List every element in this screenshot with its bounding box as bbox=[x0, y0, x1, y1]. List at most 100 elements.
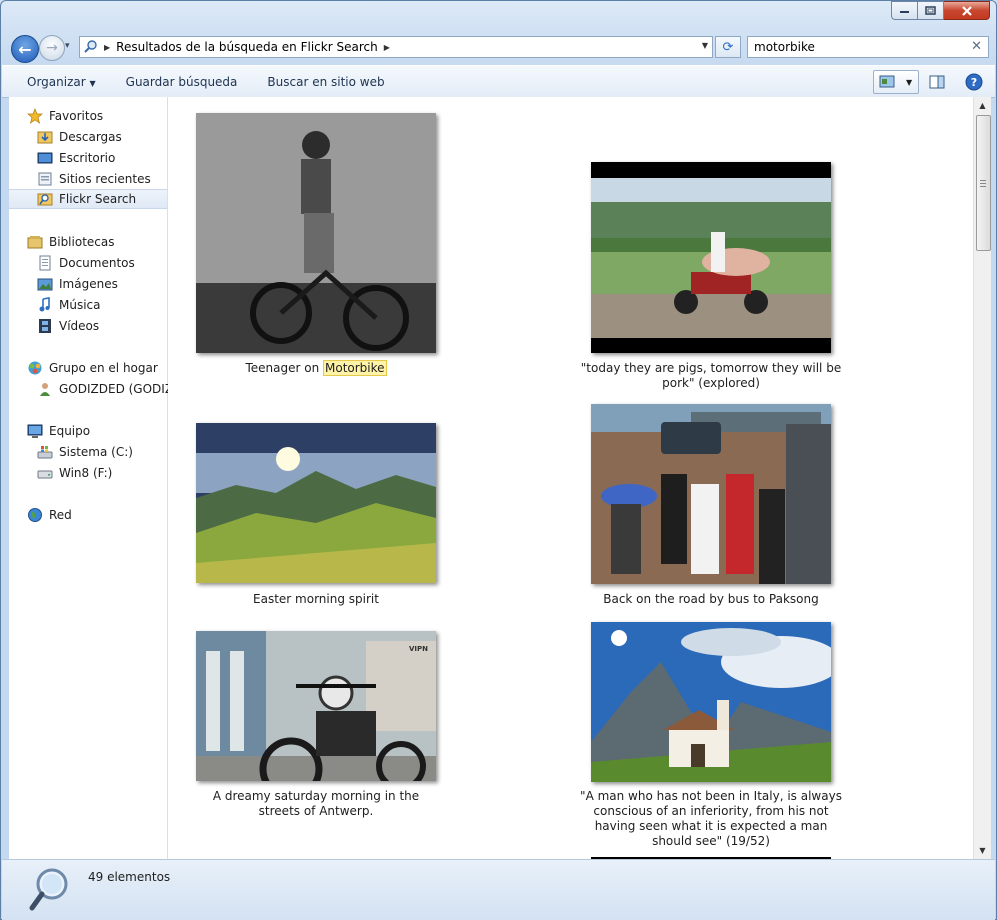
sidebar-label: Sitios recientes bbox=[59, 172, 151, 186]
address-dropdown[interactable]: ▼ bbox=[702, 41, 708, 50]
thumbnail-bus-paksong[interactable] bbox=[591, 404, 831, 584]
thumbnail-teenager-motorbike[interactable] bbox=[196, 113, 436, 353]
result-caption: "A man who has not been in Italy, is alw… bbox=[580, 789, 842, 848]
documents-icon bbox=[37, 255, 53, 271]
scrollbar-grip bbox=[980, 180, 986, 181]
sidebar-label: Grupo en el hogar bbox=[49, 361, 158, 375]
scrollbar-grip bbox=[980, 183, 986, 184]
sidebar-network-header[interactable]: Red bbox=[27, 505, 185, 525]
sidebar-label: Vídeos bbox=[59, 319, 100, 333]
preview-pane-button[interactable] bbox=[925, 71, 949, 93]
sidebar-computer-header[interactable]: Equipo bbox=[27, 421, 185, 441]
refresh-button[interactable]: ⟳ bbox=[715, 36, 741, 58]
sidebar-label: Equipo bbox=[49, 424, 91, 438]
downloads-folder-icon bbox=[37, 129, 53, 145]
sidebar-label: Sistema (C:) bbox=[59, 445, 133, 459]
change-view-button[interactable]: ▼ bbox=[873, 70, 919, 94]
windows-drive-icon bbox=[37, 444, 53, 460]
desktop-icon bbox=[37, 150, 53, 166]
scrollbar-thumb[interactable] bbox=[976, 115, 991, 251]
network-globe-icon bbox=[27, 507, 43, 523]
breadcrumb-arrow[interactable]: ▶ bbox=[384, 43, 390, 52]
caption-buttons bbox=[891, 1, 990, 20]
address-bar[interactable]: ▶ Resultados de la búsqueda en Flickr Se… bbox=[79, 36, 713, 58]
maximize-icon bbox=[925, 6, 936, 15]
sidebar-label: Documentos bbox=[59, 256, 135, 270]
sidebar-label: Descargas bbox=[59, 130, 122, 144]
sidebar-label: Imágenes bbox=[59, 277, 118, 291]
back-button[interactable]: ← bbox=[11, 35, 39, 63]
user-icon bbox=[37, 381, 53, 397]
sidebar-label: Música bbox=[59, 298, 101, 312]
refresh-icon: ⟳ bbox=[722, 39, 734, 55]
minimize-button[interactable] bbox=[891, 1, 918, 20]
search-website-button[interactable]: Buscar en sitio web bbox=[267, 75, 384, 89]
breadcrumb-search-results[interactable]: Resultados de la búsqueda en Flickr Sear… bbox=[116, 40, 378, 54]
scroll-up-button[interactable]: ▲ bbox=[974, 97, 991, 114]
star-icon bbox=[27, 108, 43, 124]
search-box[interactable]: motorbike ✕ bbox=[747, 36, 989, 58]
organize-label: Organizar bbox=[27, 74, 86, 89]
removable-drive-icon bbox=[37, 465, 53, 481]
vertical-scrollbar[interactable]: ▲ ▼ bbox=[973, 97, 991, 859]
sidebar-label: Win8 (F:) bbox=[59, 466, 113, 480]
command-bar: Organizar ▼ Guardar búsqueda Buscar en s… bbox=[2, 65, 995, 98]
result-caption: A dreamy saturday morning in the streets… bbox=[212, 789, 420, 818]
organize-menu[interactable]: Organizar ▼ bbox=[27, 75, 96, 89]
photo-image bbox=[591, 178, 831, 338]
result-caption: Easter morning spirit bbox=[253, 592, 379, 606]
thumbnail-easter-morning[interactable] bbox=[196, 423, 436, 583]
music-note-icon bbox=[37, 297, 53, 313]
save-search-button[interactable]: Guardar búsqueda bbox=[126, 75, 238, 89]
search-folder-icon bbox=[80, 40, 102, 54]
view-dropdown-icon[interactable]: ▼ bbox=[906, 78, 912, 87]
sidebar-label: Red bbox=[49, 508, 72, 522]
photo-image bbox=[196, 113, 436, 353]
sidebar-libraries-header[interactable]: Bibliotecas bbox=[27, 232, 185, 252]
caption-text: Teenager on bbox=[245, 361, 323, 375]
search-term-highlight: Motorbike bbox=[323, 360, 387, 376]
view-icon bbox=[879, 75, 895, 88]
close-button[interactable] bbox=[944, 1, 990, 20]
close-icon bbox=[961, 5, 972, 16]
sidebar-label: Escritorio bbox=[59, 151, 116, 165]
result-caption: "today they are pigs, tomorrow they will… bbox=[580, 361, 842, 390]
libraries-icon bbox=[27, 234, 43, 250]
explorer-window: ← → ▾ ▶ Resultados de la búsqueda en Fli… bbox=[0, 0, 997, 920]
preview-pane-icon bbox=[929, 75, 945, 89]
search-results-view: Teenager on Motorbike "today they are pi bbox=[168, 97, 973, 859]
scrollbar-grip bbox=[980, 186, 986, 187]
sidebar-homegroup-header[interactable]: Grupo en el hogar bbox=[27, 358, 185, 378]
recent-pages-dropdown[interactable]: ▾ bbox=[65, 41, 70, 51]
help-button[interactable]: ? bbox=[963, 71, 985, 93]
help-icon: ? bbox=[965, 73, 983, 91]
photo-image bbox=[196, 423, 436, 583]
minimize-icon bbox=[899, 10, 909, 13]
sidebar-item-flickr-search[interactable]: Flickr Search bbox=[9, 189, 167, 209]
pictures-icon bbox=[37, 276, 53, 292]
scroll-down-button[interactable]: ▼ bbox=[974, 842, 991, 859]
computer-icon bbox=[27, 423, 43, 439]
search-input[interactable]: motorbike bbox=[754, 40, 815, 54]
sidebar-label: Bibliotecas bbox=[49, 235, 115, 249]
back-arrow-icon: ← bbox=[18, 39, 32, 59]
forward-button[interactable]: → bbox=[39, 35, 65, 61]
details-pane: 49 elementos bbox=[2, 859, 995, 920]
thumbnail-pigs-motorbike[interactable] bbox=[591, 162, 831, 353]
thumbnail-italy-chapel[interactable] bbox=[591, 622, 831, 782]
thumbnail-saturday-antwerp[interactable]: VIPN bbox=[196, 631, 436, 781]
photo-image bbox=[196, 631, 436, 781]
photo-image bbox=[591, 622, 831, 782]
item-count: 49 elementos bbox=[88, 870, 171, 884]
sidebar-favorites-header[interactable]: Favoritos bbox=[27, 106, 185, 126]
chevron-down-icon: ▼ bbox=[89, 78, 96, 88]
result-caption: Teenager on Motorbike bbox=[196, 360, 436, 376]
forward-arrow-icon: → bbox=[46, 40, 58, 56]
svg-text:?: ? bbox=[971, 76, 977, 89]
maximize-button[interactable] bbox=[918, 1, 944, 20]
recent-places-icon bbox=[37, 171, 53, 187]
watermark-text: VIPN bbox=[408, 645, 428, 653]
breadcrumb-separator[interactable]: ▶ bbox=[104, 43, 110, 52]
magnifier-search-icon bbox=[28, 866, 72, 917]
clear-search-icon[interactable]: ✕ bbox=[971, 39, 982, 54]
